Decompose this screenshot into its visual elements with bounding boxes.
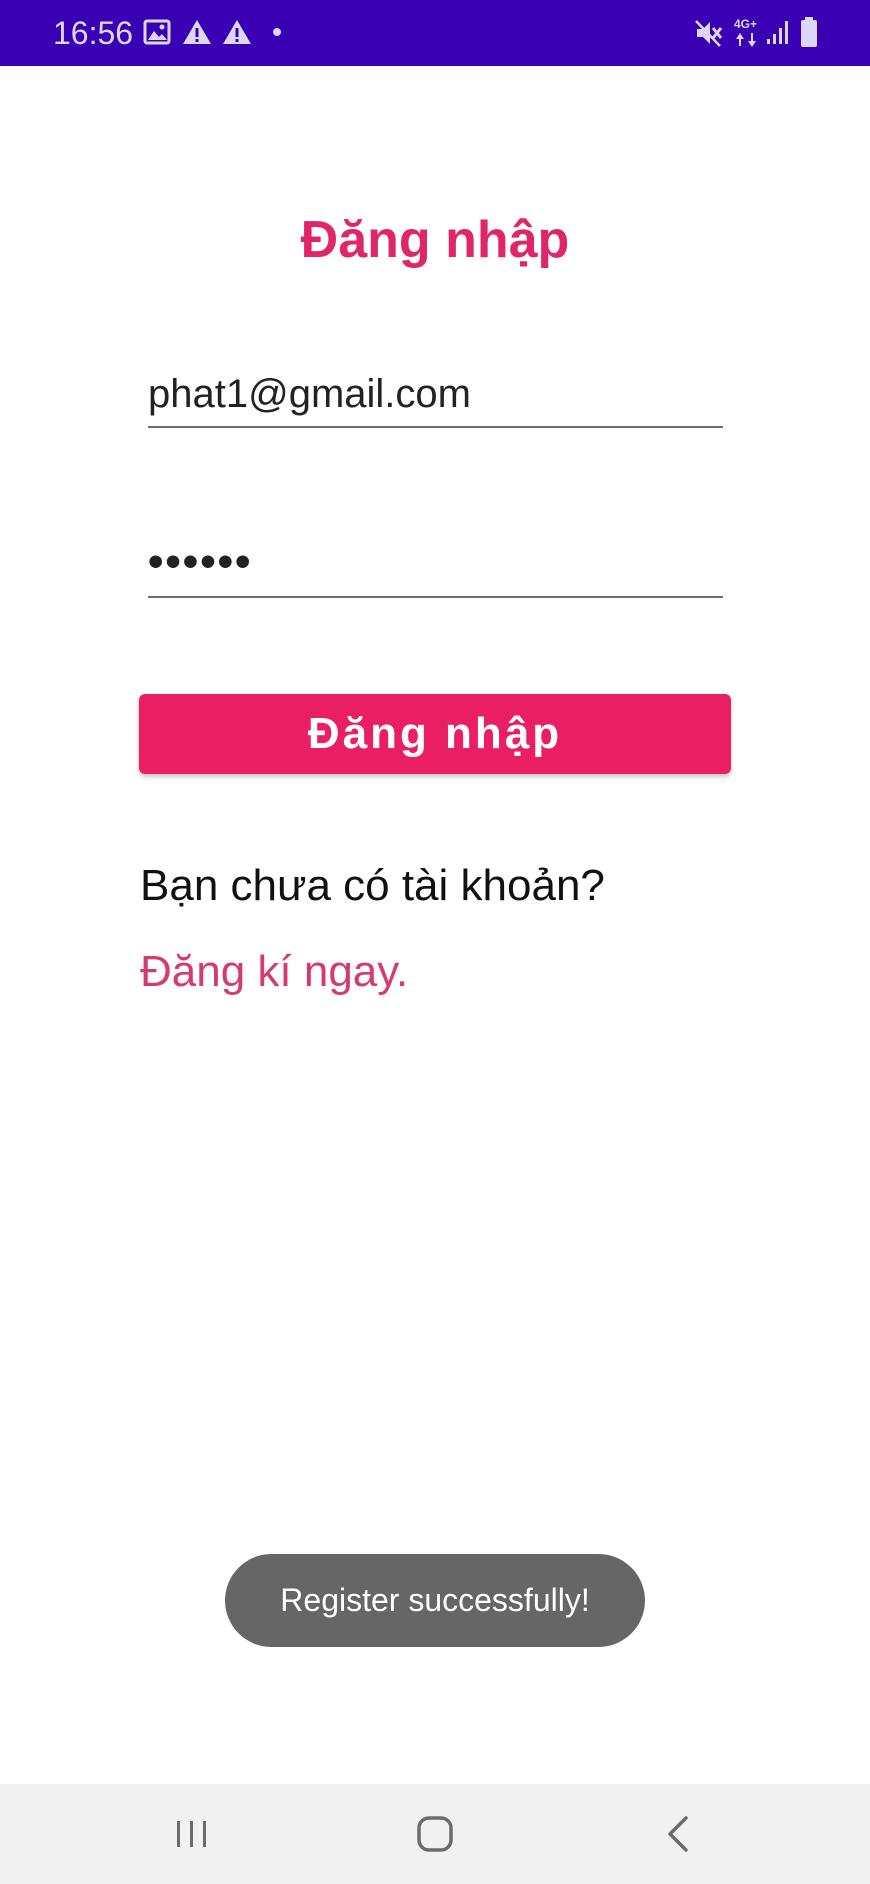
password-value[interactable]: ••••••	[148, 536, 723, 588]
register-link[interactable]: Đăng kí ngay.	[140, 944, 408, 1000]
back-button[interactable]	[648, 1806, 708, 1862]
status-time: 16:56	[53, 15, 134, 51]
image-icon	[143, 19, 171, 45]
home-icon	[417, 1816, 453, 1852]
page-title: Đăng nhập	[300, 211, 570, 269]
status-bar: 16:56 4G+	[0, 0, 870, 66]
warning-icon	[223, 20, 251, 44]
mute-icon	[695, 20, 723, 47]
network-4g-icon: 4G+	[734, 17, 757, 47]
signal-icon	[767, 21, 788, 44]
email-value[interactable]: phat1@gmail.com	[148, 368, 723, 420]
navigation-bar	[0, 1784, 870, 1884]
warning-icon	[183, 20, 211, 44]
back-icon	[668, 1816, 688, 1852]
password-field[interactable]: ••••••	[148, 536, 723, 598]
no-account-label: Bạn chưa có tài khoản?	[140, 861, 605, 910]
home-button[interactable]	[405, 1806, 465, 1862]
recent-apps-icon	[177, 1821, 206, 1847]
battery-icon	[801, 17, 817, 47]
email-field[interactable]: phat1@gmail.com	[148, 368, 723, 428]
toast-message: Register successfully!	[225, 1554, 645, 1647]
dot-icon	[273, 28, 281, 36]
svg-text:4G+: 4G+	[734, 17, 757, 31]
recent-apps-button[interactable]	[162, 1806, 222, 1862]
login-button[interactable]: Đăng nhập	[139, 694, 731, 774]
